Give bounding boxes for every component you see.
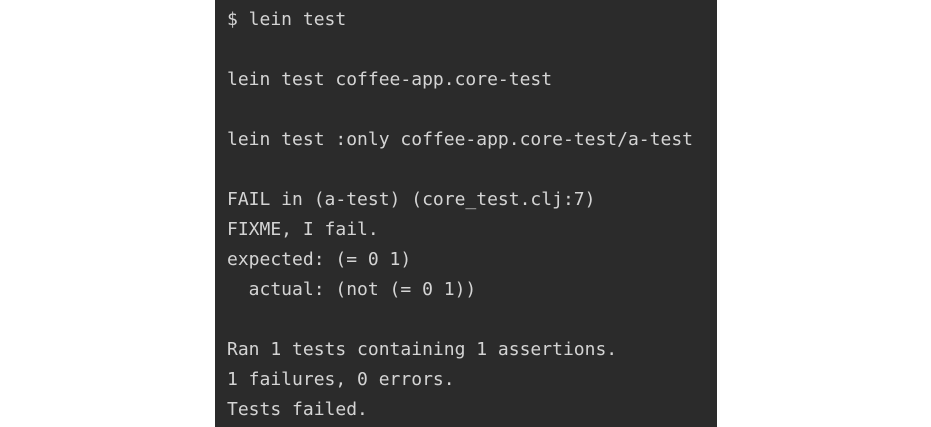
terminal-window: $ lein test lein test coffee-app.core-te… <box>215 0 717 427</box>
summary-ran-line: Ran 1 tests containing 1 assertions. <box>227 339 618 360</box>
tests-failed-line: Tests failed. <box>227 399 368 420</box>
command-prompt-line: $ lein test <box>227 9 347 30</box>
expected-line: expected: (= 0 1) <box>227 249 412 270</box>
fail-message-line: FIXME, I fail. <box>227 219 379 240</box>
test-namespace-line: lein test coffee-app.core-test <box>227 69 553 90</box>
actual-line: actual: (not (= 0 1)) <box>227 279 477 300</box>
summary-failures-line: 1 failures, 0 errors. <box>227 369 455 390</box>
test-only-line: lein test :only coffee-app.core-test/a-t… <box>227 129 693 150</box>
fail-location-line: FAIL in (a-test) (core_test.clj:7) <box>227 189 596 210</box>
